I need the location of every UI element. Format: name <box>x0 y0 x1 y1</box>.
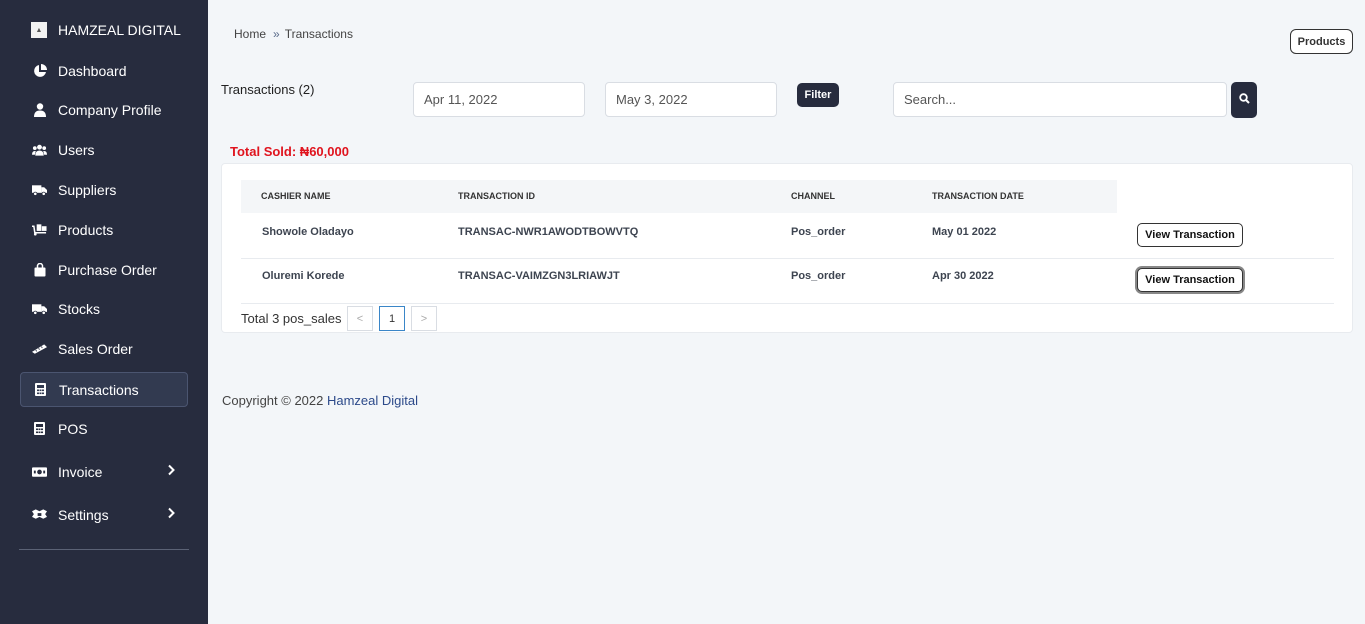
filter-button[interactable]: Filter <box>797 83 839 107</box>
breadcrumb-current: Transactions <box>284 27 353 41</box>
sidebar-item-label: POS <box>58 420 88 437</box>
cell-cashier: Oluremi Korede <box>262 270 345 282</box>
calculator-icon <box>32 421 47 436</box>
sidebar-item-dashboard[interactable]: Dashboard <box>20 53 188 88</box>
page-title: Transactions (2) <box>221 82 315 97</box>
sidebar-item-label: Users <box>58 141 95 158</box>
truck-icon <box>32 301 47 316</box>
pagination-total: Total 3 pos_sales <box>241 311 342 326</box>
truck-icon <box>32 182 47 197</box>
sidebar-item-invoice[interactable]: Invoice <box>20 454 188 489</box>
sidebar-item-label: Sales Order <box>58 340 133 357</box>
pagination-page-button[interactable]: 1 <box>379 306 405 331</box>
ruler-icon <box>32 341 47 356</box>
row-divider <box>241 303 1334 304</box>
money-bill-icon <box>32 464 47 479</box>
sidebar-item-company-profile[interactable]: Company Profile <box>20 92 188 127</box>
company-link[interactable]: Hamzeal Digital <box>327 393 418 408</box>
copyright-text: Copyright © 2022 <box>222 393 327 408</box>
total-sold: Total Sold: ₦60,000 <box>230 144 349 159</box>
brand[interactable]: ▲ HAMZEAL DIGITAL <box>31 22 181 38</box>
sidebar-item-label: Dashboard <box>58 62 127 79</box>
cell-channel: Pos_order <box>791 270 846 282</box>
cell-date: May 01 2022 <box>932 226 997 238</box>
calculator-icon <box>33 382 48 397</box>
sidebar-item-purchase-order[interactable]: Purchase Order <box>20 252 188 287</box>
column-header-cashier: CASHIER NAME <box>261 191 331 201</box>
column-header-transaction-date: TRANSACTION DATE <box>932 191 1024 201</box>
cell-channel: Pos_order <box>791 226 846 238</box>
row-divider <box>241 258 1334 259</box>
breadcrumb-separator-icon: » <box>273 27 280 41</box>
sidebar-item-label: Suppliers <box>58 181 117 198</box>
dolly-icon <box>32 222 47 237</box>
sidebar-divider <box>19 549 189 550</box>
sidebar-item-label: Stocks <box>58 300 101 317</box>
brand-name: HAMZEAL DIGITAL <box>58 22 181 38</box>
sidebar-item-label: Settings <box>58 506 109 523</box>
toolbox-icon <box>32 507 47 522</box>
footer: Copyright © 2022 Hamzeal Digital <box>222 393 418 408</box>
end-date-input[interactable]: May 3, 2022 <box>605 82 777 117</box>
pagination-next-button[interactable]: > <box>411 306 437 331</box>
sidebar-item-label: Transactions <box>59 381 139 398</box>
search-icon <box>1238 91 1250 109</box>
sidebar-item-settings[interactable]: Settings <box>20 497 188 532</box>
cell-transaction-id: TRANSAC-VAIMZGN3LRIAWJT <box>458 270 620 282</box>
sidebar-item-stocks[interactable]: Stocks <box>20 291 188 326</box>
view-transaction-button[interactable]: View Transaction <box>1137 268 1243 292</box>
sidebar-item-suppliers[interactable]: Suppliers <box>20 172 188 207</box>
sidebar-item-sales-order[interactable]: Sales Order <box>20 331 188 366</box>
user-icon <box>32 102 47 117</box>
column-header-channel: CHANNEL <box>791 191 835 201</box>
sidebar-item-label: Purchase Order <box>58 261 157 278</box>
cell-transaction-id: TRANSAC-NWR1AWODTBOWVTQ <box>458 226 639 238</box>
transactions-card: CASHIER NAME TRANSACTION ID CHANNEL TRAN… <box>221 163 1353 333</box>
sidebar-item-pos[interactable]: POS <box>20 411 188 446</box>
products-button[interactable]: Products <box>1290 29 1353 54</box>
cell-date: Apr 30 2022 <box>932 270 994 282</box>
search-input[interactable] <box>893 82 1227 117</box>
search-button[interactable] <box>1231 82 1257 118</box>
breadcrumb: Home » Transactions <box>234 27 353 41</box>
sidebar: ▲ HAMZEAL DIGITAL Dashboard Company Prof… <box>0 0 208 624</box>
sidebar-item-transactions[interactable]: Transactions <box>20 372 188 407</box>
shopping-bag-icon <box>32 262 47 277</box>
breadcrumb-home[interactable]: Home <box>234 27 266 41</box>
pagination-prev-button[interactable]: < <box>347 306 373 331</box>
chart-pie-icon <box>32 63 47 78</box>
brand-logo-icon: ▲ <box>31 22 47 38</box>
sidebar-item-label: Company Profile <box>58 101 162 118</box>
cell-cashier: Showole Oladayo <box>262 226 354 238</box>
chevron-right-icon <box>164 463 178 477</box>
users-icon <box>32 142 47 157</box>
sidebar-item-users[interactable]: Users <box>20 132 188 167</box>
sidebar-item-label: Products <box>58 221 114 238</box>
sidebar-item-label: Invoice <box>58 463 103 480</box>
chevron-right-icon <box>164 506 178 520</box>
sidebar-item-products[interactable]: Products <box>20 212 188 247</box>
column-header-transaction-id: TRANSACTION ID <box>458 191 535 201</box>
start-date-input[interactable]: Apr 11, 2022 <box>413 82 585 117</box>
view-transaction-button[interactable]: View Transaction <box>1137 223 1243 247</box>
